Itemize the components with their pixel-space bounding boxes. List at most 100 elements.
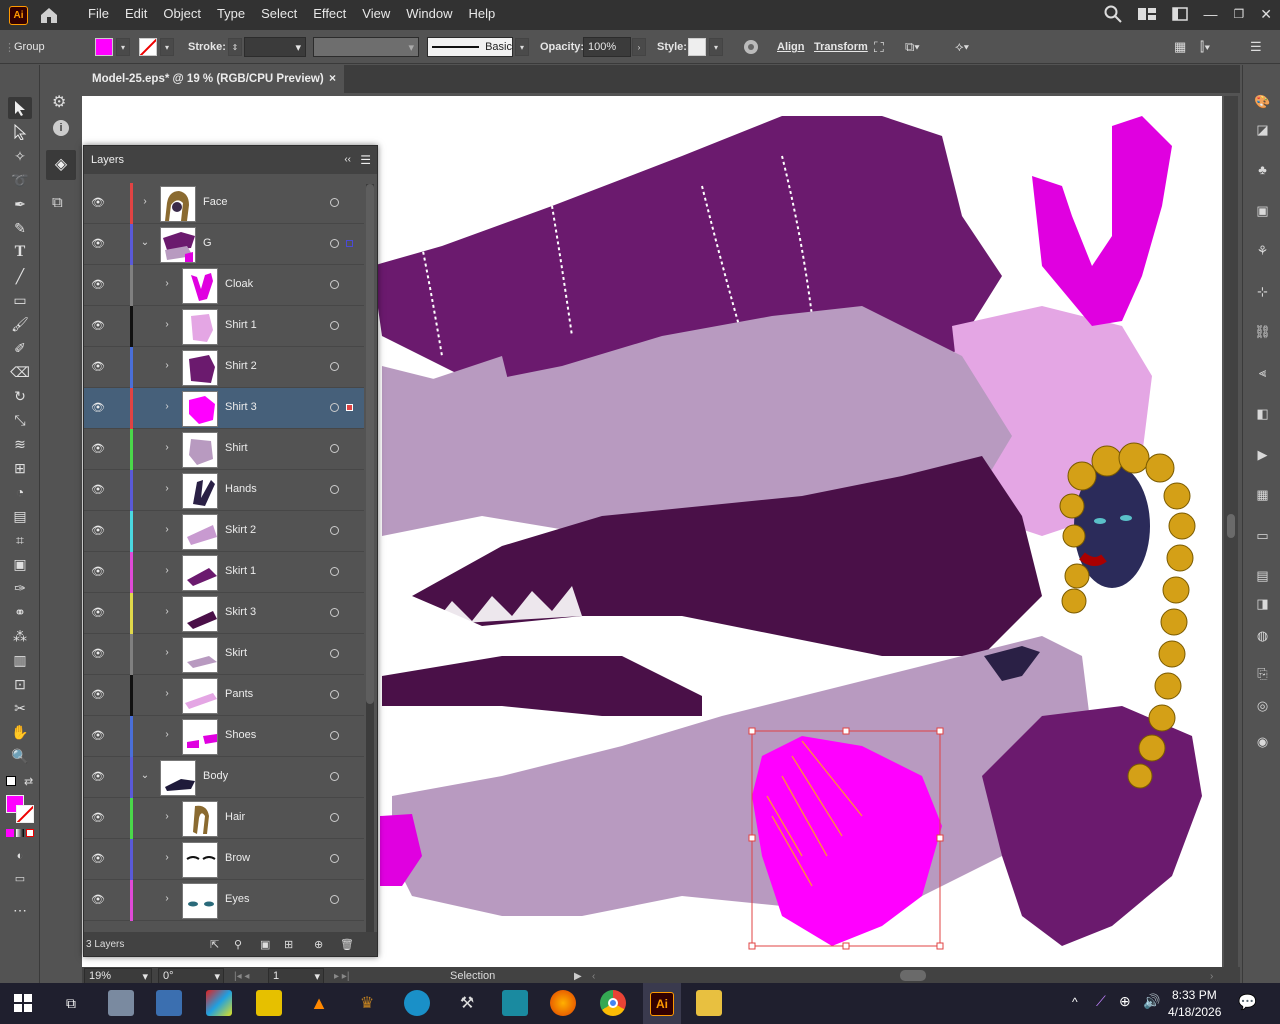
warp-tool-icon[interactable]: ≋ — [8, 433, 32, 455]
zoom-tool-icon[interactable]: 🔍 — [8, 745, 32, 767]
visibility-eye-icon[interactable]: 👁 — [91, 196, 105, 210]
layer-row-skirt-2[interactable]: 👁 › Skirt 2 — [84, 511, 364, 552]
rectangle-tool-icon[interactable]: ▭ — [8, 289, 32, 311]
brush-dropdown[interactable]: ▾ — [515, 38, 529, 56]
visibility-eye-icon[interactable]: 👁 — [91, 401, 105, 415]
isolate-group-icon[interactable]: ⛶ — [874, 30, 884, 64]
screen-mode-icon[interactable]: ▭ — [8, 867, 32, 889]
vertical-scrollbar[interactable] — [1224, 96, 1238, 967]
stroke-swatch[interactable] — [139, 38, 157, 56]
new-layer-icon[interactable]: ⊕ — [314, 938, 323, 951]
layer-name[interactable]: Shoes — [225, 729, 256, 741]
artboard-tool-icon[interactable]: ⊡ — [8, 673, 32, 695]
layer-row-shirt[interactable]: 👁 › Shirt — [84, 429, 364, 470]
menu-effect[interactable]: Effect — [305, 0, 354, 30]
horizontal-scroll-thumb[interactable] — [900, 970, 926, 981]
magic-wand-tool-icon[interactable]: ✧ — [8, 145, 32, 167]
app-icon-viewer[interactable] — [108, 990, 134, 1016]
search-icon[interactable] — [1104, 5, 1122, 23]
visibility-eye-icon[interactable]: 👁 — [91, 319, 105, 333]
artboards-panel-icon[interactable]: ⧉ — [52, 194, 63, 211]
chevron-right-icon[interactable]: › — [162, 688, 172, 699]
panel-menu-icon[interactable]: ☰ — [1250, 30, 1262, 64]
layer-name[interactable]: Pants — [225, 688, 253, 700]
chevron-right-icon[interactable]: › — [162, 647, 172, 658]
column-graph-tool-icon[interactable]: ▥ — [8, 649, 32, 671]
layer-name[interactable]: Hair — [225, 811, 245, 823]
chevron-down-icon[interactable]: ⌄ — [140, 770, 150, 781]
none-mode-icon[interactable] — [26, 829, 34, 837]
target-circle-icon[interactable] — [330, 813, 339, 822]
workspace-icon[interactable] — [1171, 7, 1188, 21]
task-view-icon[interactable]: ⧉ — [58, 990, 84, 1016]
menu-file[interactable]: File — [80, 0, 117, 30]
layer-name[interactable]: Cloak — [225, 278, 253, 290]
chrome-icon[interactable] — [600, 990, 626, 1016]
hand-tool-icon[interactable]: ✋ — [8, 721, 32, 743]
layer-row-g[interactable]: 👁 ⌄ G — [84, 224, 364, 265]
layer-name[interactable]: Skirt — [225, 647, 247, 659]
layer-row-face[interactable]: 👁 › Face — [84, 183, 364, 224]
chevron-right-icon[interactable]: › — [162, 360, 172, 371]
locate-object-icon[interactable]: ⚲ — [234, 938, 242, 951]
chevron-right-icon[interactable]: › — [162, 811, 172, 822]
paintbrush-tool-icon[interactable]: 🖌 — [8, 313, 32, 335]
perspective-grid-tool-icon[interactable]: ▤ — [8, 505, 32, 527]
target-circle-icon[interactable] — [330, 444, 339, 453]
status-menu-icon[interactable]: ▶ — [574, 971, 582, 982]
pen-tray-icon[interactable]: ⟋ — [1096, 993, 1106, 1010]
stroke-weight-stepper[interactable]: ⇕ — [228, 38, 242, 56]
file-explorer-icon[interactable] — [696, 990, 722, 1016]
arrange-grid-icon[interactable]: ▦ — [1174, 30, 1186, 64]
curvature-tool-icon[interactable]: ✎ — [8, 217, 32, 239]
target-circle-icon[interactable] — [330, 403, 339, 412]
arrange-documents-icon[interactable] — [1137, 7, 1156, 21]
align-panel-icon[interactable]: ⫷ — [1254, 364, 1271, 381]
volume-icon[interactable]: 🔊 — [1143, 993, 1160, 1010]
symbols-icon[interactable]: ⚘ — [1254, 242, 1271, 259]
artboard-field[interactable]: 1 ▾ — [268, 968, 324, 984]
vlc-icon[interactable]: ▲ — [306, 990, 332, 1016]
layer-row-brow[interactable]: 👁 › Brow — [84, 839, 364, 880]
direct-selection-tool-icon[interactable] — [8, 121, 32, 143]
align-link[interactable]: Align — [777, 30, 805, 64]
visibility-eye-icon[interactable]: 👁 — [91, 442, 105, 456]
slice-tool-icon[interactable]: ✂ — [8, 697, 32, 719]
app-icon-blue[interactable] — [404, 990, 430, 1016]
layer-row-skirt-3[interactable]: 👁 › Skirt 3 — [84, 593, 364, 634]
menu-object[interactable]: Object — [155, 0, 209, 30]
target-circle-icon[interactable] — [330, 690, 339, 699]
recolor-artwork-icon[interactable] — [742, 38, 760, 56]
collect-export-icon[interactable]: ⇱ — [210, 938, 219, 951]
layer-row-eyes[interactable]: 👁 › Eyes — [84, 880, 364, 921]
eraser-tool-icon[interactable]: ⌫ — [8, 361, 32, 383]
make-clipping-mask-icon[interactable]: ▣ — [260, 938, 270, 951]
layers-panel-menu-icon[interactable]: ☰ — [360, 153, 371, 167]
layer-name[interactable]: Shirt 2 — [225, 360, 257, 372]
default-colors-icon[interactable] — [6, 776, 16, 786]
info-panel-icon[interactable]: i — [53, 120, 69, 136]
chevron-right-icon[interactable]: › — [162, 852, 172, 863]
gradient-mode-icon[interactable] — [16, 829, 24, 837]
draw-mode-icon[interactable]: ◐ — [8, 845, 32, 867]
color-panel-icon[interactable]: 🎨 — [1254, 93, 1271, 110]
visibility-eye-icon[interactable]: 👁 — [91, 647, 105, 661]
minimize-icon[interactable]: — — [1204, 6, 1218, 22]
visibility-eye-icon[interactable]: 👁 — [91, 483, 105, 497]
layer-row-cloak[interactable]: 👁 › Cloak — [84, 265, 364, 306]
clock-time[interactable]: 8:33 PM — [1172, 988, 1217, 1002]
layer-name[interactable]: G — [203, 237, 212, 249]
target-circle-icon[interactable] — [330, 772, 339, 781]
layer-row-body[interactable]: 👁 ⌄ Body — [84, 757, 364, 798]
layer-name[interactable]: Hands — [225, 483, 257, 495]
new-sublayer-icon[interactable]: ⊞ — [284, 938, 293, 951]
target-circle-icon[interactable] — [330, 362, 339, 371]
layer-name[interactable]: Body — [203, 770, 228, 782]
blend-tool-icon[interactable]: ⚭ — [8, 601, 32, 623]
chevron-right-icon[interactable]: › — [162, 565, 172, 576]
links-icon[interactable]: ⛓ — [1254, 323, 1271, 340]
show-hidden-icons-icon[interactable]: ^ — [1072, 995, 1078, 1009]
stroke-dropdown[interactable]: ▾ — [160, 38, 174, 56]
scroll-right-icon[interactable]: › — [1210, 971, 1213, 982]
target-circle-icon[interactable] — [330, 731, 339, 740]
